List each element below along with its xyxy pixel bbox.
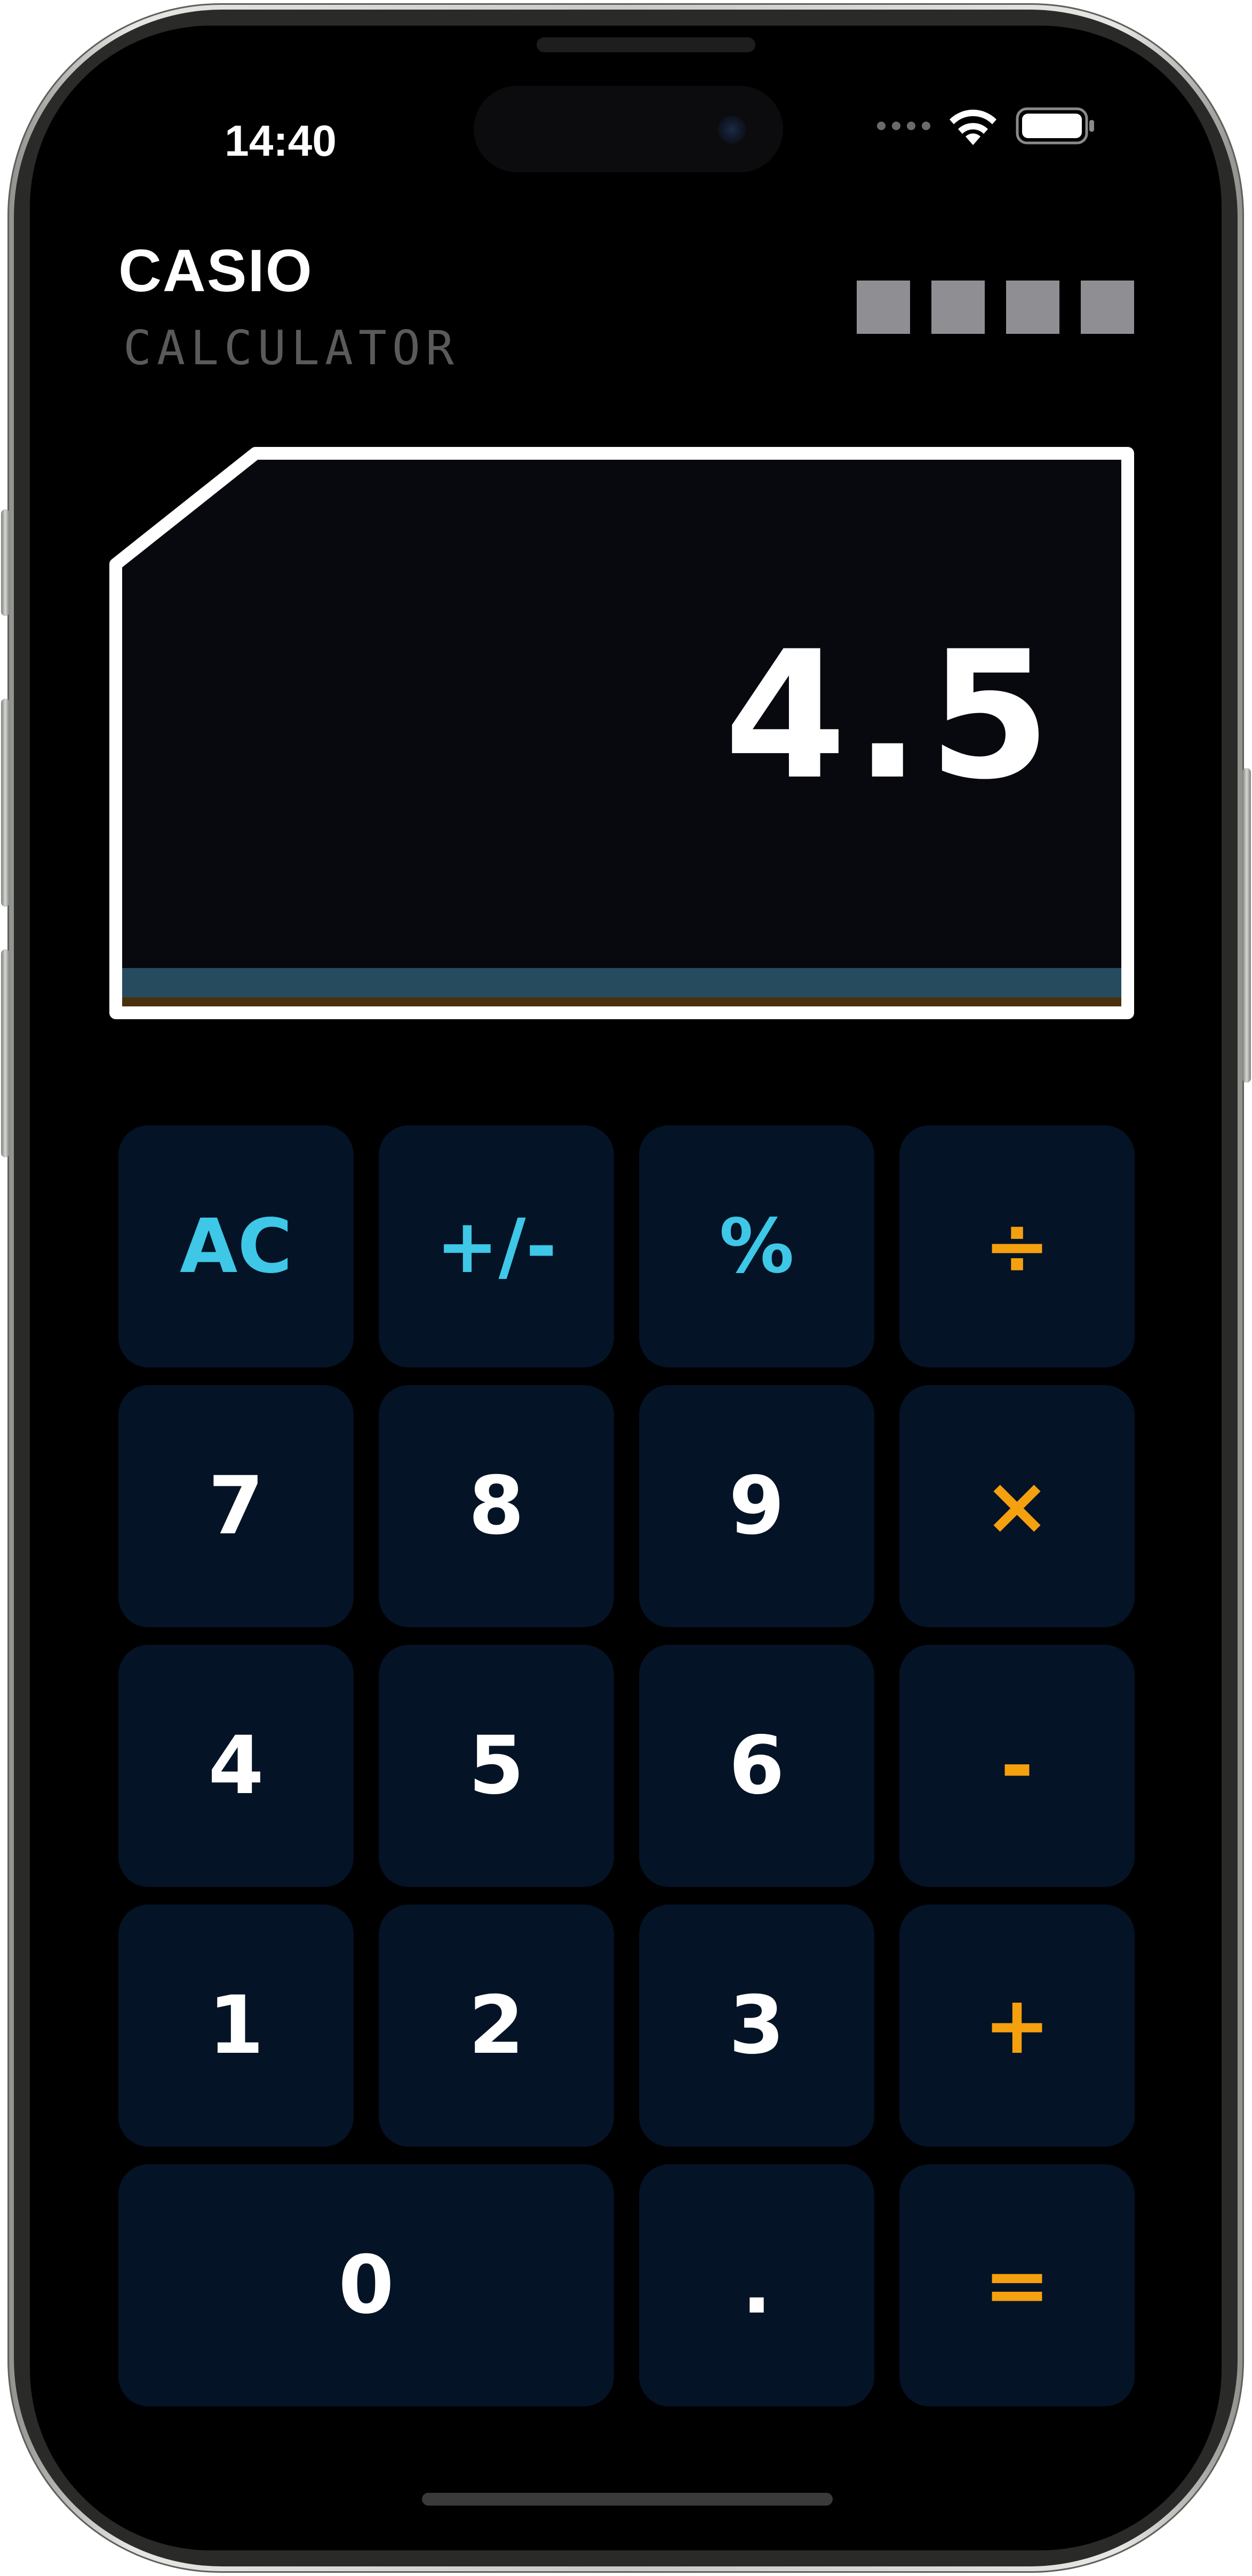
divide-button[interactable]: ÷ bbox=[899, 1125, 1135, 1367]
display-stripe-blue bbox=[116, 968, 1128, 997]
action-button bbox=[1, 509, 10, 616]
digit-7-button[interactable]: 7 bbox=[118, 1385, 354, 1627]
equals-button[interactable]: = bbox=[899, 2164, 1135, 2406]
power-button bbox=[1242, 768, 1251, 1083]
digit-5-button[interactable]: 5 bbox=[379, 1645, 614, 1887]
battery-icon bbox=[1016, 107, 1094, 145]
volume-up-button bbox=[1, 699, 10, 907]
app-subtitle: CALCULATOR bbox=[123, 321, 459, 375]
subtract-button[interactable]: - bbox=[899, 1645, 1135, 1887]
camera-icon bbox=[718, 116, 746, 143]
all-clear-button[interactable]: AC bbox=[118, 1125, 354, 1367]
app-screen: 14:40 CASIO CALCULATOR 4.5 AC +/- % ÷ 7 … bbox=[30, 26, 1222, 2550]
keypad: AC +/-% ÷ 7 8 9 × 4 5 6- 1 2 3 +0. = bbox=[118, 1125, 1135, 2406]
indicator-square bbox=[1006, 281, 1059, 334]
home-indicator[interactable] bbox=[422, 2493, 833, 2506]
digit-3-button[interactable]: 3 bbox=[639, 1905, 874, 2147]
indicator-square bbox=[1081, 281, 1134, 334]
signal-dots-icon bbox=[877, 122, 930, 130]
multiply-button[interactable]: × bbox=[899, 1385, 1135, 1627]
indicator-squares bbox=[857, 281, 1134, 334]
add-button[interactable]: + bbox=[899, 1905, 1135, 2147]
speaker-slot bbox=[537, 37, 755, 52]
toggle-sign-button[interactable]: +/- bbox=[379, 1125, 614, 1367]
digit-2-button[interactable]: 2 bbox=[379, 1905, 614, 2147]
decimal-button[interactable]: . bbox=[639, 2164, 874, 2406]
calculator-display: 4.5 bbox=[106, 444, 1138, 1023]
indicator-square bbox=[857, 281, 910, 334]
brand-logo: CASIO bbox=[118, 237, 313, 304]
display-value: 4.5 bbox=[724, 613, 1058, 818]
digit-8-button[interactable]: 8 bbox=[379, 1385, 614, 1627]
digit-6-button[interactable]: 6 bbox=[639, 1645, 874, 1887]
indicator-square bbox=[931, 281, 985, 334]
percent-button[interactable]: % bbox=[639, 1125, 874, 1367]
status-icons bbox=[877, 106, 1096, 146]
wifi-icon bbox=[950, 109, 996, 145]
digit-1-button[interactable]: 1 bbox=[118, 1905, 354, 2147]
status-time: 14:40 bbox=[225, 117, 337, 165]
volume-down-button bbox=[1, 949, 10, 1157]
digit-4-button[interactable]: 4 bbox=[118, 1645, 354, 1887]
digit-9-button[interactable]: 9 bbox=[639, 1385, 874, 1627]
dynamic-island bbox=[474, 86, 783, 172]
digit-0-button[interactable]: 0 bbox=[118, 2164, 614, 2406]
